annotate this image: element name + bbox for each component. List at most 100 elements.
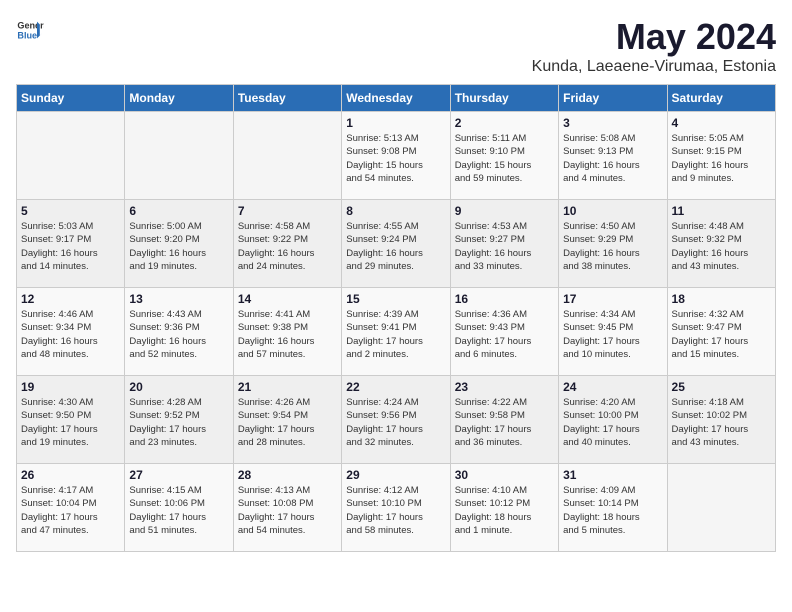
- table-row: 21 Sunrise: 4:26 AM Sunset: 9:54 PM Dayli…: [233, 376, 341, 464]
- table-row: 13 Sunrise: 4:43 AM Sunset: 9:36 PM Dayli…: [125, 288, 233, 376]
- table-row: 1 Sunrise: 5:13 AM Sunset: 9:08 PM Daylig…: [342, 112, 450, 200]
- table-row: 26 Sunrise: 4:17 AM Sunset: 10:04 PM Dayl…: [17, 464, 125, 552]
- col-monday: Monday: [125, 85, 233, 112]
- day-number: 1: [346, 116, 445, 130]
- table-row: 10Sunrise: 4:50 AM Sunset: 9:29 PM Dayli…: [559, 200, 667, 288]
- table-row: [667, 464, 775, 552]
- col-wednesday: Wednesday: [342, 85, 450, 112]
- table-row: 17 Sunrise: 4:34 AM Sunset: 9:45 PM Dayli…: [559, 288, 667, 376]
- day-info: Sunrise: 5:08 AM Sunset: 9:13 PM Dayligh…: [563, 132, 662, 185]
- table-row: [125, 112, 233, 200]
- table-row: 3 Sunrise: 5:08 AM Sunset: 9:13 PM Daylig…: [559, 112, 667, 200]
- col-tuesday: Tuesday: [233, 85, 341, 112]
- day-info: Sunrise: 4:12 AM Sunset: 10:10 PM Daylig…: [346, 484, 445, 537]
- col-thursday: Thursday: [450, 85, 558, 112]
- day-info: Sunrise: 4:55 AM Sunset: 9:24 PM Dayligh…: [346, 220, 445, 273]
- day-info: Sunrise: 4:43 AM Sunset: 9:36 PM Dayligh…: [129, 308, 228, 361]
- calendar-week-row: 1 Sunrise: 5:13 AM Sunset: 9:08 PM Daylig…: [17, 112, 776, 200]
- table-row: 31Sunrise: 4:09 AM Sunset: 10:14 PM Dayl…: [559, 464, 667, 552]
- day-number: 6: [129, 204, 228, 218]
- day-number: 28: [238, 468, 337, 482]
- day-info: Sunrise: 5:03 AM Sunset: 9:17 PM Dayligh…: [21, 220, 120, 273]
- col-saturday: Saturday: [667, 85, 775, 112]
- svg-text:Blue: Blue: [17, 30, 37, 40]
- day-number: 27: [129, 468, 228, 482]
- table-row: 22Sunrise: 4:24 AM Sunset: 9:56 PM Dayli…: [342, 376, 450, 464]
- day-number: 8: [346, 204, 445, 218]
- table-row: 28 Sunrise: 4:13 AM Sunset: 10:08 PM Dayl…: [233, 464, 341, 552]
- day-info: Sunrise: 4:53 AM Sunset: 9:27 PM Dayligh…: [455, 220, 554, 273]
- table-row: 20 Sunrise: 4:28 AM Sunset: 9:52 PM Dayli…: [125, 376, 233, 464]
- day-info: Sunrise: 5:11 AM Sunset: 9:10 PM Dayligh…: [455, 132, 554, 185]
- day-info: Sunrise: 4:13 AM Sunset: 10:08 PM Daylig…: [238, 484, 337, 537]
- logo-icon: General Blue: [16, 16, 44, 44]
- table-row: 4Sunrise: 5:05 AM Sunset: 9:15 PM Daylig…: [667, 112, 775, 200]
- day-number: 10: [563, 204, 662, 218]
- day-info: Sunrise: 5:13 AM Sunset: 9:08 PM Dayligh…: [346, 132, 445, 185]
- table-row: 15 Sunrise: 4:39 AM Sunset: 9:41 PM Dayli…: [342, 288, 450, 376]
- day-info: Sunrise: 4:22 AM Sunset: 9:58 PM Dayligh…: [455, 396, 554, 449]
- table-row: 5 Sunrise: 5:03 AM Sunset: 9:17 PM Daylig…: [17, 200, 125, 288]
- day-info: Sunrise: 4:09 AM Sunset: 10:14 PM Daylig…: [563, 484, 662, 537]
- day-number: 22: [346, 380, 445, 394]
- title-area: May 2024 Kunda, Laeaene-Virumaa, Estonia: [532, 16, 776, 76]
- calendar-table: Sunday Monday Tuesday Wednesday Thursday…: [16, 84, 776, 552]
- calendar-week-row: 12Sunrise: 4:46 AM Sunset: 9:34 PM Dayli…: [17, 288, 776, 376]
- day-number: 29: [346, 468, 445, 482]
- day-info: Sunrise: 4:26 AM Sunset: 9:54 PM Dayligh…: [238, 396, 337, 449]
- table-row: 8 Sunrise: 4:55 AM Sunset: 9:24 PM Daylig…: [342, 200, 450, 288]
- header: General Blue May 2024 Kunda, Laeaene-Vir…: [16, 16, 776, 76]
- day-number: 15: [346, 292, 445, 306]
- day-number: 30: [455, 468, 554, 482]
- day-number: 17: [563, 292, 662, 306]
- day-number: 7: [238, 204, 337, 218]
- table-row: 16 Sunrise: 4:36 AM Sunset: 9:43 PM Dayli…: [450, 288, 558, 376]
- day-info: Sunrise: 4:18 AM Sunset: 10:02 PM Daylig…: [672, 396, 771, 449]
- table-row: 14 Sunrise: 4:41 AM Sunset: 9:38 PM Dayli…: [233, 288, 341, 376]
- table-row: 24Sunrise: 4:20 AM Sunset: 10:00 PM Dayl…: [559, 376, 667, 464]
- day-number: 5: [21, 204, 120, 218]
- day-info: Sunrise: 4:28 AM Sunset: 9:52 PM Dayligh…: [129, 396, 228, 449]
- day-info: Sunrise: 4:58 AM Sunset: 9:22 PM Dayligh…: [238, 220, 337, 273]
- day-info: Sunrise: 4:48 AM Sunset: 9:32 PM Dayligh…: [672, 220, 771, 273]
- table-row: 19 Sunrise: 4:30 AM Sunset: 9:50 PM Dayli…: [17, 376, 125, 464]
- day-info: Sunrise: 4:39 AM Sunset: 9:41 PM Dayligh…: [346, 308, 445, 361]
- calendar-header-row: Sunday Monday Tuesday Wednesday Thursday…: [17, 85, 776, 112]
- day-number: 26: [21, 468, 120, 482]
- table-row: 6Sunrise: 5:00 AM Sunset: 9:20 PM Daylig…: [125, 200, 233, 288]
- day-number: 3: [563, 116, 662, 130]
- day-number: 20: [129, 380, 228, 394]
- table-row: [17, 112, 125, 200]
- day-info: Sunrise: 4:34 AM Sunset: 9:45 PM Dayligh…: [563, 308, 662, 361]
- table-row: 18Sunrise: 4:32 AM Sunset: 9:47 PM Dayli…: [667, 288, 775, 376]
- day-number: 13: [129, 292, 228, 306]
- day-info: Sunrise: 4:10 AM Sunset: 10:12 PM Daylig…: [455, 484, 554, 537]
- day-number: 21: [238, 380, 337, 394]
- day-number: 14: [238, 292, 337, 306]
- day-info: Sunrise: 4:32 AM Sunset: 9:47 PM Dayligh…: [672, 308, 771, 361]
- table-row: 7 Sunrise: 4:58 AM Sunset: 9:22 PM Daylig…: [233, 200, 341, 288]
- logo: General Blue: [16, 16, 44, 44]
- day-number: 23: [455, 380, 554, 394]
- day-info: Sunrise: 4:30 AM Sunset: 9:50 PM Dayligh…: [21, 396, 120, 449]
- day-number: 11: [672, 204, 771, 218]
- day-info: Sunrise: 4:15 AM Sunset: 10:06 PM Daylig…: [129, 484, 228, 537]
- table-row: 2Sunrise: 5:11 AM Sunset: 9:10 PM Daylig…: [450, 112, 558, 200]
- day-number: 16: [455, 292, 554, 306]
- table-row: 29 Sunrise: 4:12 AM Sunset: 10:10 PM Dayl…: [342, 464, 450, 552]
- table-row: 11 Sunrise: 4:48 AM Sunset: 9:32 PM Dayli…: [667, 200, 775, 288]
- calendar-week-row: 26 Sunrise: 4:17 AM Sunset: 10:04 PM Dayl…: [17, 464, 776, 552]
- day-number: 4: [672, 116, 771, 130]
- table-row: 9Sunrise: 4:53 AM Sunset: 9:27 PM Daylig…: [450, 200, 558, 288]
- day-info: Sunrise: 4:17 AM Sunset: 10:04 PM Daylig…: [21, 484, 120, 537]
- day-number: 25: [672, 380, 771, 394]
- day-number: 19: [21, 380, 120, 394]
- table-row: 27 Sunrise: 4:15 AM Sunset: 10:06 PM Dayl…: [125, 464, 233, 552]
- day-info: Sunrise: 4:36 AM Sunset: 9:43 PM Dayligh…: [455, 308, 554, 361]
- col-sunday: Sunday: [17, 85, 125, 112]
- day-info: Sunrise: 4:41 AM Sunset: 9:38 PM Dayligh…: [238, 308, 337, 361]
- table-row: 25 Sunrise: 4:18 AM Sunset: 10:02 PM Dayl…: [667, 376, 775, 464]
- table-row: 23 Sunrise: 4:22 AM Sunset: 9:58 PM Dayli…: [450, 376, 558, 464]
- calendar-week-row: 5 Sunrise: 5:03 AM Sunset: 9:17 PM Daylig…: [17, 200, 776, 288]
- calendar-subtitle: Kunda, Laeaene-Virumaa, Estonia: [532, 58, 776, 76]
